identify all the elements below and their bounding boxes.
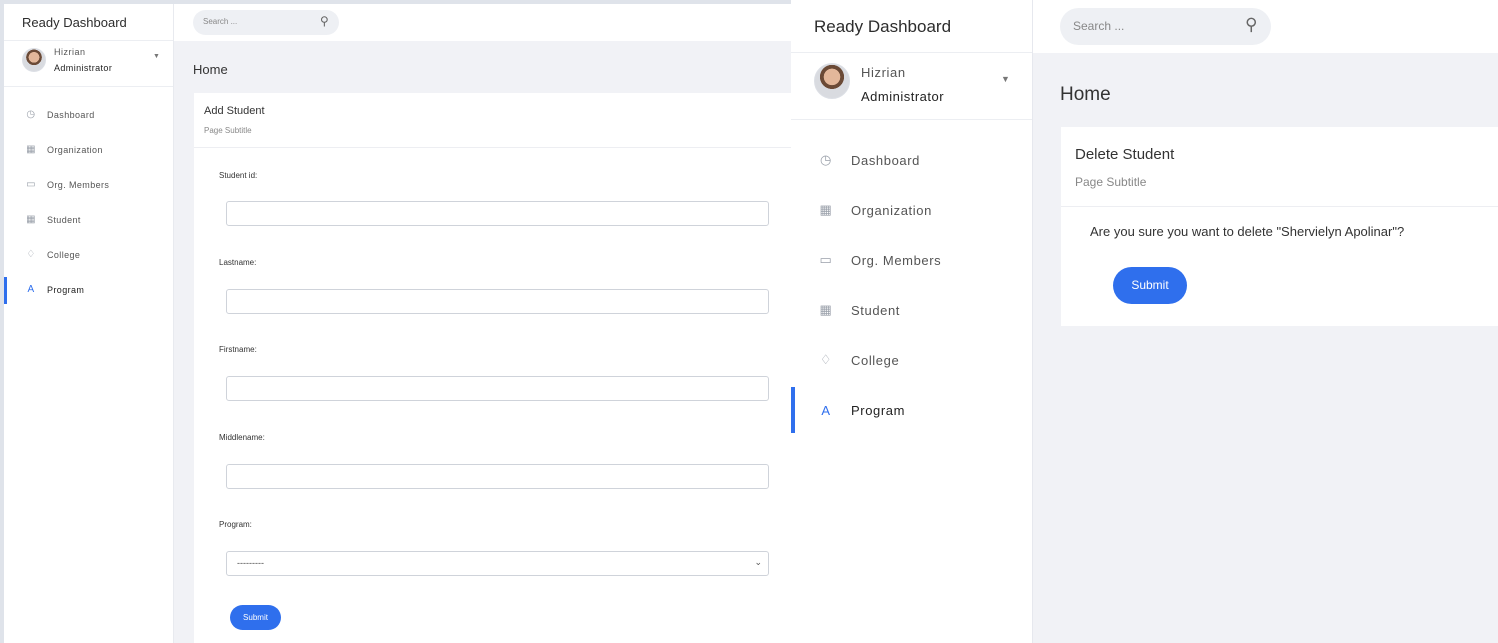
sidebar-item-college[interactable]: ♢ College bbox=[791, 335, 1032, 385]
page-title: Home bbox=[193, 62, 228, 77]
delete-student-window: Ready Dashboard Hizrian Administrator ▼ … bbox=[791, 0, 1498, 643]
search-input[interactable]: Search ... ⚲ bbox=[193, 10, 339, 35]
table-icon: ▦ bbox=[819, 302, 833, 317]
app-logo[interactable]: Ready Dashboard bbox=[4, 4, 173, 41]
submit-button[interactable]: Submit bbox=[1113, 267, 1187, 304]
sidebar-item-program[interactable]: A Program bbox=[4, 272, 173, 307]
page-title: Home bbox=[1060, 84, 1111, 105]
table-icon: ▦ bbox=[26, 214, 36, 225]
sidebar-item-label: Dashboard bbox=[47, 109, 95, 120]
firstname-label: Firstname: bbox=[219, 345, 257, 354]
search-icon[interactable]: ⚲ bbox=[320, 14, 329, 28]
sidebar-item-label: Student bbox=[47, 214, 81, 225]
grid-icon: ▦ bbox=[26, 144, 36, 155]
sidebar-item-label: Organization bbox=[851, 202, 932, 218]
avatar[interactable] bbox=[814, 63, 850, 99]
keyboard-icon: ▭ bbox=[26, 179, 36, 190]
sidebar-item-org-members[interactable]: ▭ Org. Members bbox=[4, 167, 173, 202]
add-student-window: Ready Dashboard Hizrian Administrator ▼ … bbox=[0, 0, 792, 643]
sidebar-item-student[interactable]: ▦ Student bbox=[791, 285, 1032, 335]
divider bbox=[194, 147, 792, 148]
top-bar: Search ... ⚲ bbox=[174, 4, 792, 41]
sidebar-nav: ◷ Dashboard ▦ Organization ▭ Org. Member… bbox=[4, 87, 173, 307]
dashboard-icon: ◷ bbox=[26, 109, 36, 120]
sidebar-item-org-members[interactable]: ▭ Org. Members bbox=[791, 235, 1032, 285]
bell-icon: ♢ bbox=[26, 249, 36, 260]
user-role: Administrator bbox=[861, 89, 945, 104]
search-icon[interactable]: ⚲ bbox=[1245, 15, 1257, 35]
sidebar-item-organization[interactable]: ▦ Organization bbox=[791, 185, 1032, 235]
sidebar-item-student[interactable]: ▦ Student bbox=[4, 202, 173, 237]
search-placeholder: Search ... bbox=[203, 17, 238, 26]
student-id-label: Student id: bbox=[219, 171, 258, 180]
middlename-label: Middlename: bbox=[219, 433, 265, 442]
middlename-field[interactable] bbox=[226, 464, 769, 489]
user-name: Hizrian bbox=[861, 65, 906, 80]
search-placeholder: Search ... bbox=[1073, 19, 1125, 33]
sidebar-item-college[interactable]: ♢ College bbox=[4, 237, 173, 272]
confirmation-message: Are you sure you want to delete "Shervie… bbox=[1090, 224, 1405, 239]
card-subtitle: Page Subtitle bbox=[204, 126, 252, 135]
divider bbox=[1061, 206, 1498, 207]
bell-icon: ♢ bbox=[819, 352, 833, 367]
keyboard-icon: ▭ bbox=[819, 252, 833, 267]
chevron-down-icon: ⌄ bbox=[754, 557, 762, 567]
sidebar-item-label: Program bbox=[47, 284, 85, 295]
card-title: Delete Student bbox=[1075, 146, 1175, 163]
sidebar-item-label: Organization bbox=[47, 144, 103, 155]
caret-down-icon[interactable]: ▼ bbox=[1001, 74, 1010, 84]
lastname-label: Lastname: bbox=[219, 258, 257, 267]
letter-a-icon: A bbox=[821, 402, 831, 418]
screenshot-stage: Ready Dashboard Hizrian Administrator ▼ … bbox=[0, 0, 1498, 643]
caret-down-icon[interactable]: ▼ bbox=[153, 53, 160, 60]
sidebar-item-label: College bbox=[47, 249, 81, 260]
student-id-field[interactable] bbox=[226, 201, 769, 226]
dashboard-icon: ◷ bbox=[820, 152, 832, 167]
delete-student-card: Delete Student Page Subtitle Are you sur… bbox=[1061, 127, 1498, 326]
sidebar-nav: ◷ Dashboard ▦ Organization ▭ Org. Member… bbox=[791, 120, 1032, 435]
firstname-field[interactable] bbox=[226, 376, 769, 401]
program-select[interactable]: --------- ⌄ bbox=[226, 551, 769, 576]
letter-a-icon: A bbox=[27, 284, 35, 295]
grid-icon: ▦ bbox=[819, 202, 833, 217]
user-role: Administrator bbox=[54, 63, 113, 73]
program-label: Program: bbox=[219, 520, 252, 529]
sidebar-item-label: Program bbox=[851, 402, 906, 418]
add-student-card: Add Student Page Subtitle Student id: La… bbox=[194, 93, 792, 643]
sidebar-item-program[interactable]: A Program bbox=[791, 385, 1032, 435]
app-logo[interactable]: Ready Dashboard bbox=[791, 0, 1032, 53]
sidebar-item-organization[interactable]: ▦ Organization bbox=[4, 132, 173, 167]
avatar[interactable] bbox=[22, 48, 46, 72]
sidebar-item-dashboard[interactable]: ◷ Dashboard bbox=[4, 97, 173, 132]
program-selected-value: --------- bbox=[237, 558, 264, 568]
card-subtitle: Page Subtitle bbox=[1075, 175, 1147, 189]
lastname-field[interactable] bbox=[226, 289, 769, 314]
sidebar-item-label: Org. Members bbox=[851, 252, 942, 268]
user-panel[interactable]: Hizrian Administrator ▼ bbox=[791, 53, 1032, 120]
search-input[interactable]: Search ... ⚲ bbox=[1060, 8, 1271, 45]
sidebar-item-label: Dashboard bbox=[851, 152, 920, 168]
sidebar-item-dashboard[interactable]: ◷ Dashboard bbox=[791, 135, 1032, 185]
sidebar-item-label: Student bbox=[851, 302, 901, 318]
card-title: Add Student bbox=[204, 105, 265, 117]
submit-button[interactable]: Submit bbox=[230, 605, 281, 630]
sidebar-item-label: Org. Members bbox=[47, 179, 110, 190]
user-panel[interactable]: Hizrian Administrator ▼ bbox=[4, 41, 173, 87]
sidebar-item-label: College bbox=[851, 352, 900, 368]
sidebar: Ready Dashboard Hizrian Administrator ▼ … bbox=[791, 0, 1033, 643]
sidebar: Ready Dashboard Hizrian Administrator ▼ … bbox=[4, 4, 174, 643]
top-bar: Search ... ⚲ bbox=[1033, 0, 1498, 53]
user-name: Hizrian bbox=[54, 47, 86, 57]
